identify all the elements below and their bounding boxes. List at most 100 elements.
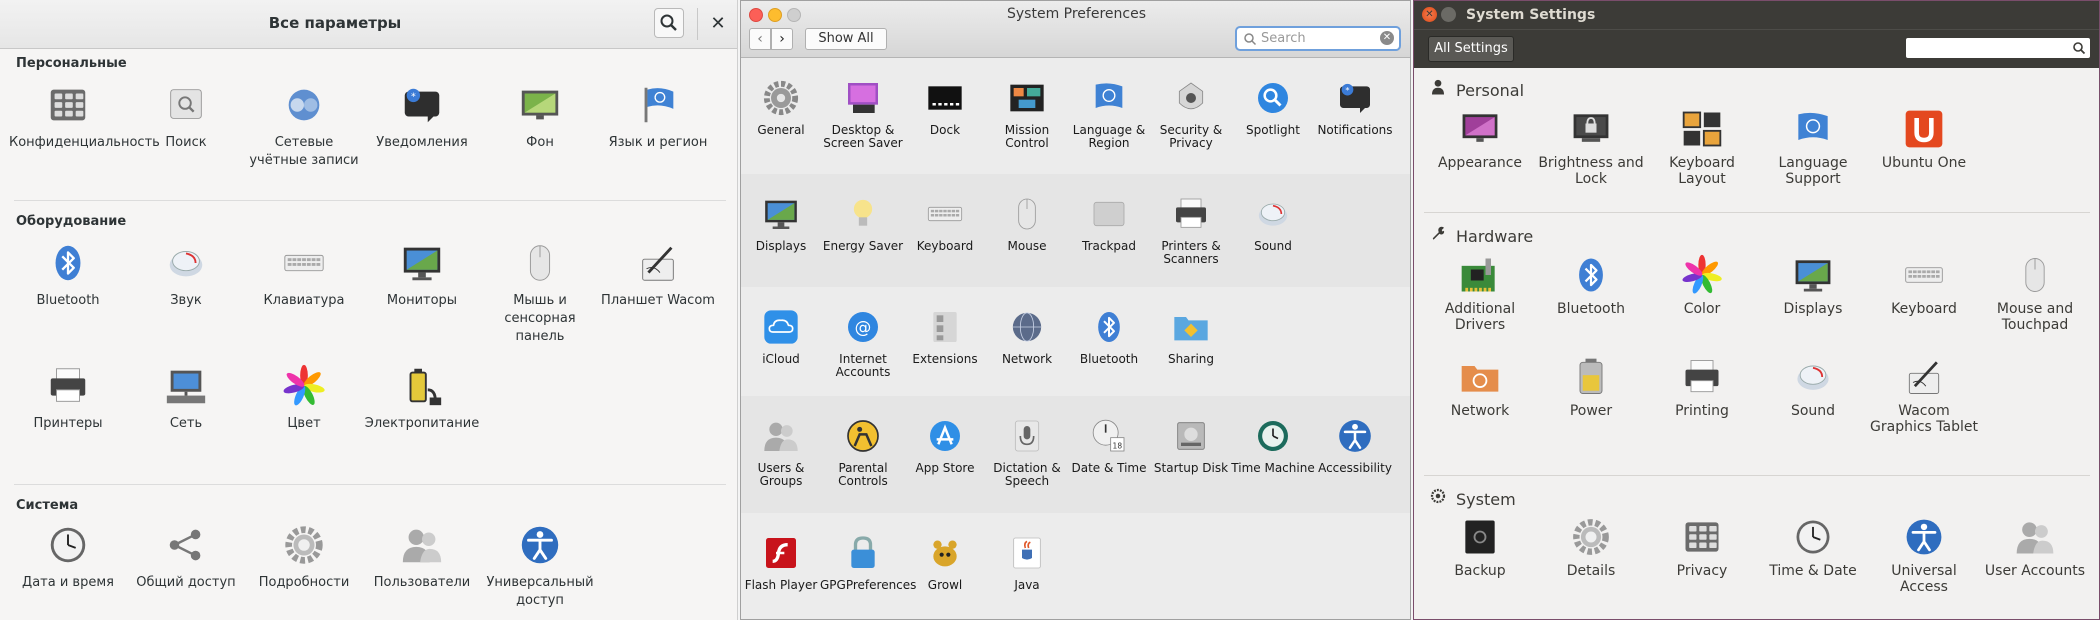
- keyboard-icon: [925, 194, 965, 234]
- search-field[interactable]: Search ✕: [1235, 26, 1401, 51]
- all-settings-button[interactable]: All Settings: [1428, 36, 1514, 62]
- settings-item-мышь-и-сенсорная-панель[interactable]: Мышь и сенсорная панель: [481, 240, 599, 346]
- search-button[interactable]: [654, 8, 684, 38]
- settings-item-dictation-speech[interactable]: Dictation & Speech: [984, 416, 1070, 488]
- settings-item-app-store[interactable]: App Store: [902, 416, 988, 475]
- search-input[interactable]: [1906, 38, 2090, 58]
- settings-item-network[interactable]: Network: [1425, 355, 1535, 419]
- settings-item-поиск[interactable]: Поиск: [127, 82, 245, 152]
- settings-item-сеть[interactable]: Сеть: [127, 363, 245, 433]
- settings-item-gpgpreferences[interactable]: GPGPreferences: [820, 533, 916, 592]
- settings-item-клавиатура[interactable]: Клавиатура: [245, 240, 363, 310]
- settings-item-подробности[interactable]: Подробности: [245, 522, 363, 592]
- parental-icon: [843, 416, 883, 456]
- settings-item-notifications[interactable]: * Notifications: [1312, 78, 1398, 137]
- settings-item-звук[interactable]: Звук: [127, 240, 245, 310]
- power-icon: [399, 363, 445, 409]
- show-all-button[interactable]: Show All: [805, 28, 887, 50]
- settings-item-additional-drivers[interactable]: Additional Drivers: [1425, 253, 1535, 333]
- item-label: Time Machine: [1231, 461, 1315, 475]
- settings-item-sound[interactable]: Sound: [1758, 355, 1868, 419]
- settings-item-keyboard[interactable]: Keyboard: [902, 194, 988, 253]
- settings-item-bluetooth[interactable]: Bluetooth: [1066, 307, 1152, 366]
- settings-item-sound[interactable]: Sound: [1230, 194, 1316, 253]
- settings-item-startup-disk[interactable]: Startup Disk: [1148, 416, 1234, 475]
- settings-item-date-time[interactable]: 18 Date & Time: [1066, 416, 1152, 475]
- settings-item-language-region[interactable]: Language & Region: [1066, 78, 1152, 150]
- privacy-icon: [45, 82, 91, 128]
- settings-item-mission-control[interactable]: Mission Control: [984, 78, 1070, 150]
- settings-item-сетевые-учётные-записи[interactable]: Сетевые учётные записи: [245, 82, 363, 170]
- settings-item-power[interactable]: Power: [1536, 355, 1646, 419]
- section-title: Система: [16, 498, 79, 513]
- settings-item-trackpad[interactable]: Trackpad: [1066, 194, 1152, 253]
- settings-item-displays[interactable]: Displays: [1758, 253, 1868, 317]
- preferences-row: Displays Energy Saver Keyboard Mouse Trackpa…: [741, 174, 1410, 288]
- settings-item-мониторы[interactable]: Мониторы: [363, 240, 481, 310]
- item-label: Wacom Graphics Tablet: [1870, 403, 1978, 435]
- settings-item-bluetooth[interactable]: Bluetooth: [1536, 253, 1646, 317]
- settings-item-ubuntu-one[interactable]: Ubuntu One: [1869, 107, 1979, 171]
- settings-item-printers-scanners[interactable]: Printers & Scanners: [1148, 194, 1234, 266]
- settings-item-general[interactable]: General: [741, 78, 824, 137]
- settings-item-уведомления[interactable]: * Уведомления: [363, 82, 481, 152]
- color-icon: [281, 363, 327, 409]
- settings-item-brightness-and-lock[interactable]: Brightness and Lock: [1536, 107, 1646, 187]
- settings-item-displays[interactable]: Displays: [741, 194, 824, 253]
- settings-item-фон[interactable]: Фон: [481, 82, 599, 152]
- settings-item-printing[interactable]: Printing: [1647, 355, 1757, 419]
- settings-item-growl[interactable]: Growl: [902, 533, 988, 592]
- settings-item-language-support[interactable]: Language Support: [1758, 107, 1868, 187]
- settings-item-электропитание[interactable]: Электропитание: [363, 363, 481, 433]
- settings-item-общий-доступ[interactable]: Общий доступ: [127, 522, 245, 592]
- settings-item-icloud[interactable]: iCloud: [741, 307, 824, 366]
- printer-icon: [45, 363, 91, 409]
- settings-item-color[interactable]: Color: [1647, 253, 1757, 317]
- settings-item-appearance[interactable]: Appearance: [1425, 107, 1535, 171]
- settings-item-sharing[interactable]: Sharing: [1148, 307, 1234, 366]
- item-label: Ubuntu One: [1881, 155, 1967, 171]
- settings-item-java[interactable]: Java: [984, 533, 1070, 592]
- settings-item-dock[interactable]: Dock: [902, 78, 988, 137]
- settings-item-keyboard-layout[interactable]: Keyboard Layout: [1647, 107, 1757, 187]
- settings-item-mouse-and-touchpad[interactable]: Mouse and Touchpad: [1980, 253, 2090, 333]
- settings-item-internet-accounts[interactable]: @ Internet Accounts: [820, 307, 906, 379]
- settings-item-универсальный-доступ[interactable]: Универсальный доступ: [481, 522, 599, 610]
- settings-item-планшет-wacom[interactable]: Планшет Wacom: [599, 240, 717, 310]
- settings-item-universal-access[interactable]: Universal Access: [1869, 515, 1979, 595]
- settings-item-desktop-screen-saver[interactable]: Desktop & Screen Saver: [820, 78, 906, 150]
- settings-item-keyboard[interactable]: Keyboard: [1869, 253, 1979, 317]
- forward-button[interactable]: ›: [771, 28, 793, 50]
- settings-item-flash-player[interactable]: Flash Player: [741, 533, 824, 592]
- settings-item-bluetooth[interactable]: Bluetooth: [9, 240, 127, 310]
- settings-item-accessibility[interactable]: Accessibility: [1312, 416, 1398, 475]
- item-label: Дата и время: [22, 575, 114, 590]
- settings-item-time-date[interactable]: Time & Date: [1758, 515, 1868, 579]
- settings-item-parental-controls[interactable]: Parental Controls: [820, 416, 906, 488]
- settings-item-details[interactable]: Details: [1536, 515, 1646, 579]
- settings-item-extensions[interactable]: Extensions: [902, 307, 988, 366]
- settings-item-network[interactable]: Network: [984, 307, 1070, 366]
- settings-item-цвет[interactable]: Цвет: [245, 363, 363, 433]
- settings-item-язык-и-регион[interactable]: Язык и регион: [599, 82, 717, 152]
- settings-item-дата-и-время[interactable]: Дата и время: [9, 522, 127, 592]
- settings-item-backup[interactable]: Backup: [1425, 515, 1535, 579]
- settings-item-time-machine[interactable]: Time Machine: [1230, 416, 1316, 475]
- settings-item-spotlight[interactable]: Spotlight: [1230, 78, 1316, 137]
- close-window-button[interactable]: ✕: [1422, 7, 1437, 22]
- item-label: Startup Disk: [1153, 461, 1229, 475]
- close-button[interactable]: ✕: [705, 11, 731, 37]
- settings-item-security-privacy[interactable]: Security & Privacy: [1148, 78, 1234, 150]
- settings-item-wacom-graphics-tablet[interactable]: Wacom Graphics Tablet: [1869, 355, 1979, 435]
- back-button[interactable]: ‹: [749, 28, 771, 50]
- clear-search-icon[interactable]: ✕: [1380, 31, 1394, 45]
- settings-item-users-groups[interactable]: Users & Groups: [741, 416, 824, 488]
- settings-item-user-accounts[interactable]: User Accounts: [1980, 515, 2090, 579]
- settings-item-конфиденциальность[interactable]: Конфиденциальность: [9, 82, 160, 152]
- minimize-window-button[interactable]: [1441, 7, 1456, 22]
- settings-item-принтеры[interactable]: Принтеры: [9, 363, 127, 433]
- settings-item-mouse[interactable]: Mouse: [984, 194, 1070, 253]
- settings-item-пользователи[interactable]: Пользователи: [363, 522, 481, 592]
- settings-item-privacy[interactable]: Privacy: [1647, 515, 1757, 579]
- settings-item-energy-saver[interactable]: Energy Saver: [820, 194, 906, 253]
